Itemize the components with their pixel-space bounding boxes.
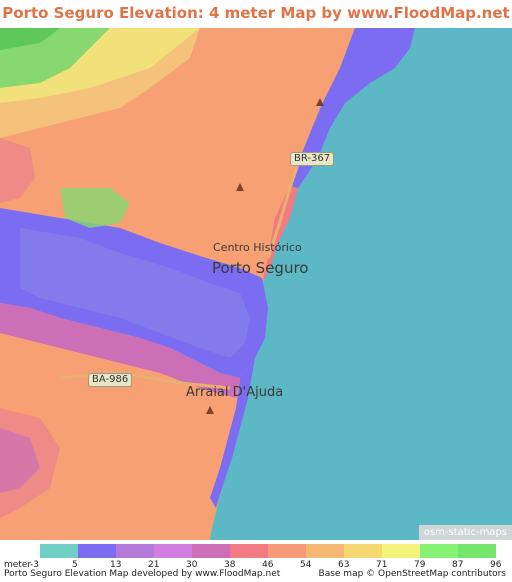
legend-swatch [382, 544, 420, 558]
legend-swatches [40, 544, 496, 558]
elevation-legend: meter -3 5 13 21 30 38 46 54 63 71 79 87 96 Porto Se… [0, 540, 512, 582]
legend-swatch [306, 544, 344, 558]
road-shield-ba986: BA-986 [88, 373, 133, 387]
map-title: Porto Seguro Elevation: 4 meter Map by w… [2, 4, 510, 48]
road-shield-br367: BR-367 [290, 152, 335, 166]
elevation-map[interactable]: Centro Histórico Porto Seguro Arraial D'… [0, 28, 512, 540]
legend-swatch [154, 544, 192, 558]
label-porto-seguro: Porto Seguro [212, 259, 309, 277]
legend-swatch [344, 544, 382, 558]
legend-swatch [458, 544, 496, 558]
legend-tick: 54 [300, 560, 312, 570]
elevation-map-canvas [0, 28, 512, 540]
legend-swatch [230, 544, 268, 558]
label-arraial-dajuda: Arraial D'Ajuda [186, 385, 284, 400]
legend-swatch [420, 544, 458, 558]
legend-swatch [40, 544, 78, 558]
footer-basemap-credit: Base map © OpenStreetMap contributors [318, 569, 506, 579]
legend-swatch [78, 544, 116, 558]
legend-swatch [268, 544, 306, 558]
footer-credit: Porto Seguro Elevation Map developed by … [4, 569, 281, 579]
legend-swatch [192, 544, 230, 558]
label-centro-historico: Centro Histórico [213, 241, 302, 254]
legend-swatch [116, 544, 154, 558]
osm-static-maps-badge: osm-static-maps [418, 525, 512, 540]
